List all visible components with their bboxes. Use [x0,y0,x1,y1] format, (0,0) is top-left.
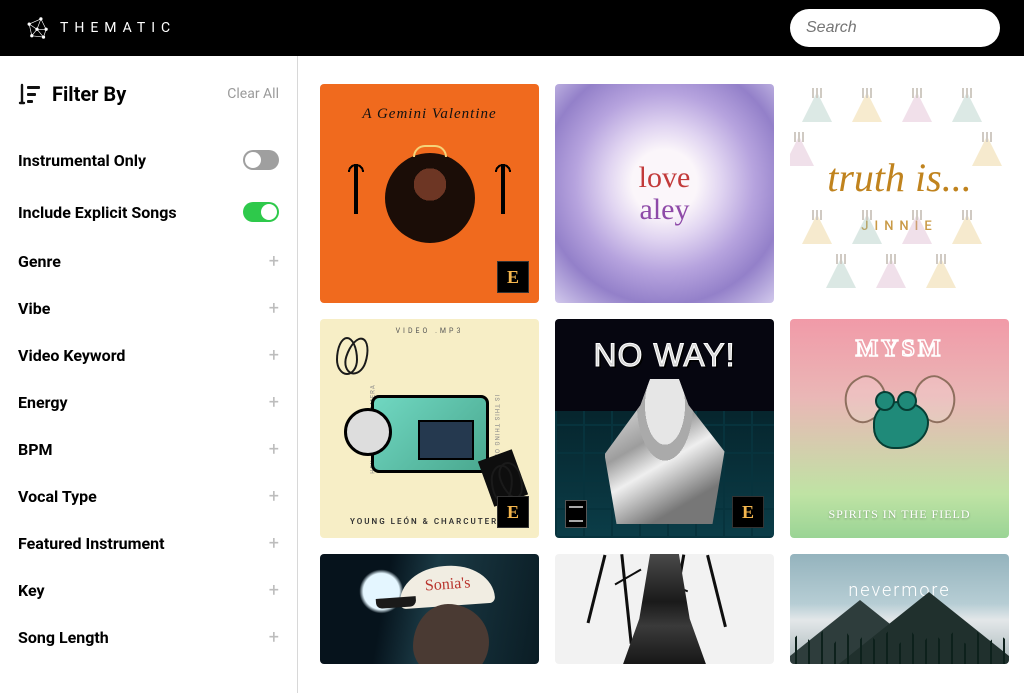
category-label: Song Length [18,628,109,647]
parental-advisory-icon [565,500,587,528]
main-area: Filter By Clear All Instrumental Only In… [0,56,1024,693]
portrait-art-icon [385,153,475,243]
album-tile[interactable] [555,554,774,664]
filter-category-video-keyword[interactable]: Video Keyword + [18,332,279,379]
clear-all-button[interactable]: Clear All [227,86,279,102]
album-artist: YOUNG LEÓN & CHARCUTERIE [350,517,509,526]
album-title: SPIRITS IN THE FIELD [828,507,970,522]
explicit-badge-icon: E [497,261,529,293]
expand-icon: + [269,629,279,647]
expand-icon: + [269,582,279,600]
filter-icon [18,82,42,106]
expand-icon: + [269,535,279,553]
album-caption: IS THIS THING ON? [493,394,500,463]
expand-icon: + [269,488,279,506]
search-container [790,9,1000,47]
category-label: Video Keyword [18,346,125,365]
face-art-icon [413,604,489,664]
expand-icon: + [269,347,279,365]
filter-category-genre[interactable]: Genre + [18,238,279,285]
category-label: BPM [18,440,53,459]
brand-logo[interactable]: THEMATIC [24,15,176,41]
leaf-decoration-icon [336,337,372,385]
album-subtitle: VIDEO .MP3 [396,327,464,335]
toggle-switch[interactable] [243,202,279,222]
filter-category-bpm[interactable]: BPM + [18,426,279,473]
explicit-badge-icon: E [497,496,529,528]
brand-name: THEMATIC [60,20,176,36]
album-tile[interactable]: MYSM SPIRITS IN THE FIELD [790,319,1009,538]
album-tile[interactable]: NO WAY! E [555,319,774,538]
search-input[interactable] [806,19,1000,37]
cap-art-icon: Sonia's [398,563,496,610]
filter-sidebar: Filter By Clear All Instrumental Only In… [0,56,298,693]
app-header: THEMATIC [0,0,1024,56]
expand-icon: + [269,441,279,459]
album-tile[interactable]: Sonia's [320,554,539,664]
filter-category-key[interactable]: Key + [18,567,279,614]
album-artist: MYSM [856,336,944,363]
filter-title: Filter By [52,82,126,106]
category-label: Vocal Type [18,487,97,506]
album-tile[interactable]: VIDEO .MP3 HEY, YOU'RE ON CAMERA IS THIS… [320,319,539,538]
filter-category-featured-instrument[interactable]: Featured Instrument + [18,520,279,567]
filter-category-energy[interactable]: Energy + [18,379,279,426]
album-title: A Gemini Valentine [362,106,496,123]
album-tile[interactable]: truth is... JINNIE [790,84,1009,303]
album-tile[interactable]: A Gemini Valentine E [320,84,539,303]
expand-icon: + [269,394,279,412]
category-label: Key [18,581,45,600]
toggle-label: Include Explicit Songs [18,203,177,222]
album-title: NO WAY! [593,337,735,374]
category-label: Vibe [18,299,50,318]
album-tile[interactable]: nevermore [790,554,1009,664]
category-label: Featured Instrument [18,534,165,553]
pattern-decoration-icon [790,84,1009,303]
toggle-instrumental-only: Instrumental Only [18,134,279,186]
filter-category-song-length[interactable]: Song Length + [18,614,279,661]
brand-mark-icon [24,15,50,41]
toggle-switch[interactable] [243,150,279,170]
filter-category-vocal-type[interactable]: Vocal Type + [18,473,279,520]
expand-icon: + [269,300,279,318]
explicit-badge-icon: E [732,496,764,528]
album-title: lovealey [639,162,691,225]
category-label: Genre [18,252,61,271]
toggle-label: Instrumental Only [18,151,146,170]
expand-icon: + [269,253,279,271]
category-label: Energy [18,393,68,412]
results-content: A Gemini Valentine E lovealey truth is..… [298,56,1024,693]
camera-art-icon [371,395,489,473]
album-grid: A Gemini Valentine E lovealey truth is..… [320,84,1016,664]
filter-category-vibe[interactable]: Vibe + [18,285,279,332]
album-tile[interactable]: lovealey [555,84,774,303]
figure-art-icon [605,379,725,524]
toggle-include-explicit: Include Explicit Songs [18,186,279,238]
filter-header: Filter By Clear All [18,82,279,106]
frog-art-icon [855,371,945,461]
